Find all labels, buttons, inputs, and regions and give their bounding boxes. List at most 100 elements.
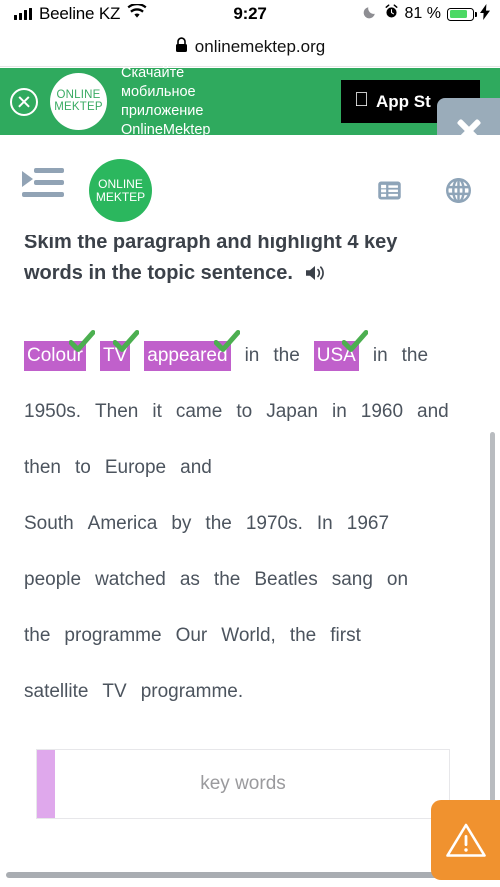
paragraph-word[interactable]: Beatles (254, 569, 317, 590)
key-words-dropzone[interactable]: key words (36, 749, 450, 819)
paragraph-word[interactable]: America (88, 513, 158, 534)
word-space (318, 384, 332, 440)
browser-url-bar[interactable]: onlinemektep.org (0, 28, 500, 66)
paragraph-word[interactable]: programme (64, 625, 161, 646)
lightning-bolt-icon (480, 3, 490, 25)
word-space (127, 664, 141, 720)
paragraph-word[interactable]: in (245, 345, 260, 366)
alarm-clock-icon (384, 4, 399, 24)
paragraph-word[interactable]: South (24, 513, 74, 534)
word-space (316, 608, 330, 664)
paragraph-word[interactable]: then (24, 457, 61, 478)
reading-paragraph[interactable]: Colour TV appeared in the USA in the 1950… (24, 328, 494, 720)
indent-menu-icon[interactable] (22, 168, 64, 202)
word-space (157, 496, 171, 552)
paragraph-word[interactable]: Europe (105, 457, 166, 478)
nav-logo-line2: MEKTEP (95, 189, 146, 204)
paragraph-line: 1950s. Then it came to Japan in 1960 and (24, 384, 494, 440)
paragraph-word[interactable]: to (236, 401, 252, 422)
battery-percent-label: 81 % (404, 5, 441, 22)
paragraph-word[interactable]: the (24, 625, 50, 646)
word-space (359, 328, 373, 384)
word-space (303, 496, 317, 552)
word-space (373, 552, 387, 608)
list-view-icon[interactable] (376, 177, 403, 204)
speaker-icon[interactable] (305, 261, 327, 292)
dropzone-accent-bar (37, 750, 55, 818)
word-space (232, 496, 246, 552)
paragraph-word[interactable]: 1967 (347, 513, 389, 534)
paragraph-word[interactable]: as (180, 569, 200, 590)
clock-label: 9:27 (233, 4, 267, 23)
paragraph-word[interactable]: 1960 (361, 401, 403, 422)
paragraph-word[interactable]: satellite (24, 681, 88, 702)
paragraph-word[interactable]: the (402, 345, 428, 366)
paragraph-word[interactable]: came (176, 401, 222, 422)
close-circle-icon[interactable] (10, 87, 38, 116)
word-space (191, 496, 205, 552)
browser-page: Beeline KZ 9:27 81 % onlinemektep.org ON… (0, 0, 500, 887)
word-space (200, 552, 214, 608)
word-space (61, 440, 75, 496)
paragraph-word[interactable]: sang (332, 569, 373, 590)
paragraph-word[interactable]: first (330, 625, 361, 646)
highlighted-word[interactable]: TV (99, 330, 140, 371)
paragraph-word[interactable]: TV (102, 681, 126, 702)
paragraph-word[interactable]: and (180, 457, 212, 478)
paragraph-word[interactable]: watched (95, 569, 166, 590)
word-space (81, 552, 95, 608)
apple-icon:  (354, 90, 369, 110)
paragraph-word[interactable]: people (24, 569, 81, 590)
paragraph-word[interactable]: it (152, 401, 162, 422)
paragraph-word[interactable]: World, (221, 625, 276, 646)
vertical-scrollbar[interactable] (490, 432, 495, 802)
paragraph-word[interactable]: the (290, 625, 316, 646)
dropzone-placeholder: key words (200, 773, 286, 794)
highlighted-word[interactable]: USA (313, 330, 369, 371)
paragraph-word[interactable]: 1970s. (246, 513, 303, 534)
banner-message: Скачайте мобильное приложение OnlineMekt… (121, 64, 211, 138)
horizontal-scrollbar[interactable] (6, 872, 480, 878)
paragraph-line: then to Europe and (24, 440, 494, 496)
task-title-text: Skim the paragraph and highlight 4 key w… (24, 235, 398, 284)
highlighted-word[interactable]: appeared (144, 330, 241, 371)
word-space (50, 608, 64, 664)
paragraph-word[interactable]: Our (176, 625, 208, 646)
word-space (347, 384, 361, 440)
paragraph-word[interactable]: and (417, 401, 449, 422)
ios-status-bar: Beeline KZ 9:27 81 % (0, 0, 500, 28)
word-space (388, 328, 402, 384)
paragraph-word[interactable]: 1950s. (24, 401, 81, 422)
globe-language-icon[interactable] (445, 177, 472, 204)
paragraph-word[interactable]: in (373, 345, 388, 366)
moon-icon (363, 4, 378, 24)
highlighted-word[interactable]: Colour (24, 330, 96, 371)
warning-triangle-icon (445, 821, 487, 859)
paragraph-word[interactable]: the (273, 345, 299, 366)
paragraph-word[interactable]: Then (95, 401, 138, 422)
word-space (74, 496, 88, 552)
paragraph-word[interactable]: in (332, 401, 347, 422)
site-logo[interactable]: ONLINE MEKTEP (89, 159, 152, 222)
paragraph-word[interactable]: Japan (266, 401, 318, 422)
warning-action-button[interactable] (431, 800, 500, 880)
paragraph-word[interactable]: In (317, 513, 333, 534)
task-title: Skim the paragraph and highlight 4 key w… (24, 235, 444, 292)
site-navbar: ONLINE MEKTEP (0, 135, 500, 235)
word-space (276, 608, 290, 664)
paragraph-word[interactable]: to (75, 457, 91, 478)
navbar-icons (376, 177, 472, 204)
paragraph-word[interactable]: the (214, 569, 240, 590)
battery-icon (447, 7, 477, 21)
paragraph-word[interactable]: on (387, 569, 408, 590)
lock-icon (175, 36, 188, 58)
word-space (166, 552, 180, 608)
word-space (333, 496, 347, 552)
smart-app-banner: ONLINE MEKTEP Скачайте мобильное приложе… (0, 65, 500, 138)
banner-logo: ONLINE MEKTEP (50, 73, 107, 130)
word-space (88, 664, 102, 720)
paragraph-line: people watched as the Beatles sang on (24, 552, 494, 608)
paragraph-word[interactable]: by (171, 513, 191, 534)
paragraph-word[interactable]: the (205, 513, 231, 534)
paragraph-word[interactable]: programme. (141, 681, 243, 702)
